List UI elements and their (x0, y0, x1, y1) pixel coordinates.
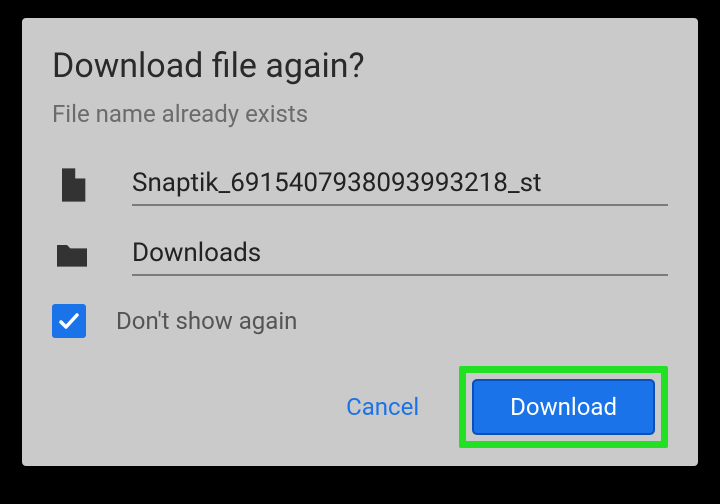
folder-input-wrap (132, 234, 668, 276)
download-confirm-dialog: Download file again? File name already e… (22, 18, 698, 466)
filename-input-wrap (132, 164, 668, 206)
file-icon (52, 165, 92, 205)
filename-input[interactable] (132, 164, 668, 204)
download-button[interactable]: Download (472, 379, 655, 435)
folder-icon (52, 235, 92, 275)
filename-row (52, 164, 668, 206)
dont-show-row: Don't show again (52, 304, 668, 338)
dont-show-checkbox[interactable] (52, 304, 86, 338)
dialog-actions: Cancel Download (52, 366, 668, 448)
download-highlight: Download (459, 366, 668, 448)
cancel-button[interactable]: Cancel (322, 379, 443, 435)
folder-input[interactable] (132, 234, 668, 274)
dont-show-label: Don't show again (116, 307, 297, 335)
folder-row (52, 234, 668, 276)
dialog-title: Download file again? (52, 46, 668, 86)
dialog-subtitle: File name already exists (52, 100, 668, 128)
